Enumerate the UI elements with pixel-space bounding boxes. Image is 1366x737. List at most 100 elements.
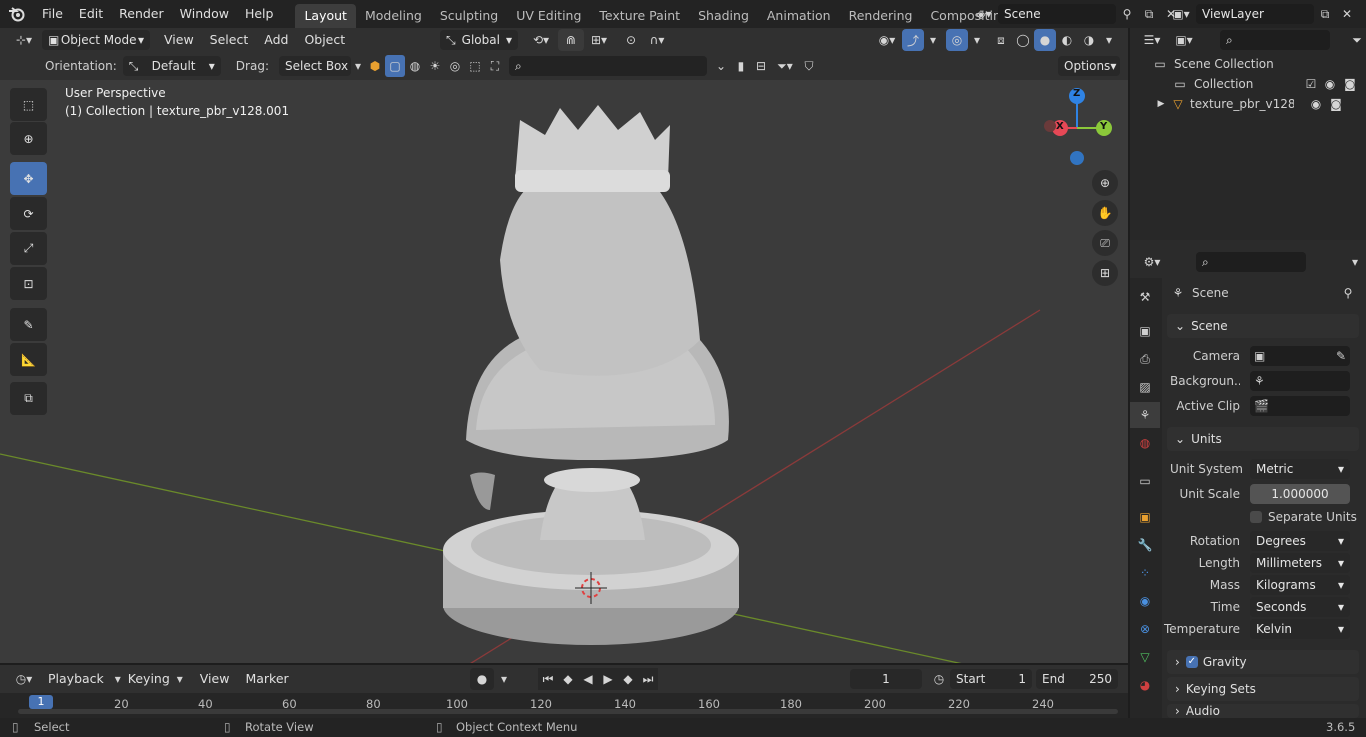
checkbox-box[interactable] (1250, 511, 1262, 523)
select-tool-button[interactable]: ⬚ (10, 88, 47, 121)
tab-texture-paint[interactable]: Texture Paint (590, 4, 689, 28)
material-tab[interactable]: ◕ (1130, 672, 1160, 698)
scene-tab[interactable]: ⚘ (1130, 402, 1160, 428)
filter-mesh-icon[interactable]: ◍ (405, 55, 425, 77)
clock-icon[interactable]: ◷ (928, 668, 950, 690)
menu-add[interactable]: Add (256, 29, 296, 51)
new-view-layer-icon[interactable]: ⧉ (1314, 3, 1336, 25)
menu-window[interactable]: Window (172, 0, 237, 28)
eyedropper-icon[interactable]: ✎ (1336, 349, 1346, 363)
filter-other-icon[interactable]: ⛶ (485, 55, 505, 77)
tab-animation[interactable]: Animation (758, 4, 840, 28)
material-shading-icon[interactable]: ◐ (1056, 29, 1078, 51)
add-cube-tool-button[interactable]: ⧉ (10, 382, 47, 415)
transform-tool-button[interactable]: ⊡ (10, 267, 47, 300)
select-mode-icon[interactable]: ▢ (384, 55, 405, 77)
bookmark-icon[interactable]: ▮ (731, 55, 751, 77)
snap-icon[interactable]: ⋒ (558, 29, 584, 51)
chevron-down-icon[interactable]: ▾ (1100, 29, 1118, 51)
display-mode-icon[interactable]: ▣▾ (1168, 29, 1200, 51)
world-tab[interactable]: ◍ (1130, 430, 1160, 456)
measure-tool-button[interactable]: 📐 (10, 343, 47, 376)
camera-icon[interactable]: ◙ (1326, 93, 1346, 115)
filter-light-icon[interactable]: ☀ (425, 55, 445, 77)
physics-tab[interactable]: ◉ (1130, 588, 1160, 614)
constraints-tab[interactable]: ⊗ (1130, 616, 1160, 642)
chevron-down-icon[interactable]: ▾ (1344, 251, 1366, 273)
audio-panel-header[interactable]: › Audio (1167, 704, 1359, 718)
ortho-toggle-button[interactable]: ⊞ (1092, 260, 1118, 286)
jump-end-icon[interactable]: ⏭ (638, 668, 658, 690)
cursor-tool-button[interactable]: ⊕ (10, 122, 47, 155)
filter-icon[interactable]: ⏷▾ (771, 55, 799, 77)
tab-layout[interactable]: Layout (295, 4, 356, 28)
modifier-tab[interactable]: 🔧 (1130, 532, 1160, 558)
object-tab[interactable]: ▣ (1130, 504, 1160, 530)
play-reverse-icon[interactable]: ◀ (578, 668, 598, 690)
wireframe-shading-icon[interactable]: ◯ (1012, 29, 1034, 51)
timeline-editor-icon[interactable]: ◷▾ (8, 668, 40, 690)
zoom-button[interactable]: ⊕ (1092, 170, 1118, 196)
temperature-dropdown[interactable]: Kelvin ▾ (1250, 619, 1350, 639)
scene-selector[interactable]: ◈▾ Scene ⚲ ⧉ ✕ (970, 3, 1182, 25)
chevron-down-icon[interactable]: ▾ (494, 668, 514, 690)
chevron-down-icon[interactable]: ▾ (968, 29, 986, 51)
length-dropdown[interactable]: Millimeters ▾ (1250, 553, 1350, 573)
chevron-down-icon[interactable]: ▾ (924, 29, 942, 51)
mass-dropdown[interactable]: Kilograms ▾ (1250, 575, 1350, 595)
transform-orientation-dropdown[interactable]: ⤡ Global ▾ (440, 30, 518, 50)
close-view-layer-icon[interactable]: ✕ (1336, 3, 1358, 25)
options-dropdown[interactable]: Options ▾ (1058, 56, 1120, 76)
view-layer-field[interactable]: ViewLayer (1196, 4, 1314, 24)
collection-tab[interactable]: ▭ (1130, 468, 1160, 494)
tab-rendering[interactable]: Rendering (840, 4, 922, 28)
output-tab[interactable]: ⎙ (1130, 346, 1160, 372)
hierarchy-icon[interactable]: ⊟ (751, 55, 771, 77)
view-layer-selector[interactable]: ▣▾ ViewLayer ⧉ ✕ (1166, 3, 1358, 25)
menu-object[interactable]: Object (296, 29, 353, 51)
gravity-panel-header[interactable]: › ✓ Gravity (1167, 650, 1359, 674)
filter-camera-icon[interactable]: ⬚ (465, 55, 485, 77)
new-scene-icon[interactable]: ⧉ (1138, 3, 1160, 25)
view-layer-tab[interactable]: ▨ (1130, 374, 1160, 400)
play-icon[interactable]: ▶ (598, 668, 618, 690)
eye-icon[interactable]: ◉ (1306, 93, 1326, 115)
move-tool-button[interactable]: ✥ (10, 162, 47, 195)
playhead[interactable]: 1 (29, 695, 53, 709)
outliner-row-object[interactable]: ▶ ▽ texture_pbr_v128.0 ◉ ◙ (1154, 94, 1360, 114)
gravity-checkbox[interactable]: ✓ (1185, 656, 1198, 668)
tab-modeling[interactable]: Modeling (356, 4, 431, 28)
outliner-editor-icon[interactable]: ☰▾ (1136, 29, 1168, 51)
camera-icon[interactable]: ◙ (1340, 73, 1360, 95)
start-frame-field[interactable]: Start 1 (950, 669, 1032, 689)
record-icon[interactable]: ● (470, 668, 494, 690)
menu-render[interactable]: Render (111, 0, 172, 28)
menu-edit[interactable]: Edit (71, 0, 111, 28)
prev-keyframe-icon[interactable]: ◆ (558, 668, 578, 690)
time-dropdown[interactable]: Seconds ▾ (1250, 597, 1350, 617)
rotation-dropdown[interactable]: Degrees ▾ (1250, 531, 1350, 551)
keying-sets-panel-header[interactable]: › Keying Sets (1167, 677, 1359, 701)
shield-icon[interactable]: ⛉ (799, 55, 819, 77)
solid-shading-icon[interactable]: ● (1034, 29, 1056, 51)
menu-keying[interactable]: Keying (124, 668, 174, 690)
menu-view[interactable]: View (156, 29, 202, 51)
navigation-gizmo[interactable]: Z X Y (1040, 86, 1116, 172)
drag-dropdown[interactable]: Select Box (278, 56, 351, 76)
menu-help[interactable]: Help (237, 0, 282, 28)
properties-search-input[interactable]: ⌕ (1196, 252, 1306, 272)
jump-start-icon[interactable]: ⏮ (538, 668, 558, 690)
end-frame-field[interactable]: End 250 (1036, 669, 1118, 689)
outliner-row-scene-collection[interactable]: ▭ Scene Collection (1150, 54, 1273, 74)
mode-dropdown[interactable]: ▣ Object Mode ▾ (42, 30, 150, 50)
viewport-search-input[interactable]: ⌕ (508, 56, 707, 76)
3d-viewport[interactable]: User Perspective (1) Collection | textur… (0, 80, 1128, 663)
current-frame-field[interactable]: 1 (850, 669, 922, 689)
falloff-icon[interactable]: ∩▾ (642, 29, 672, 51)
tab-shading[interactable]: Shading (689, 4, 758, 28)
filter-world-icon[interactable]: ◎ (445, 55, 465, 77)
outliner-search-input[interactable]: ⌕ (1220, 30, 1330, 50)
snap-target-icon[interactable]: ⊞▾ (584, 29, 614, 51)
checkbox-icon[interactable]: ☑ (1302, 73, 1320, 95)
tab-uv-editing[interactable]: UV Editing (507, 4, 590, 28)
